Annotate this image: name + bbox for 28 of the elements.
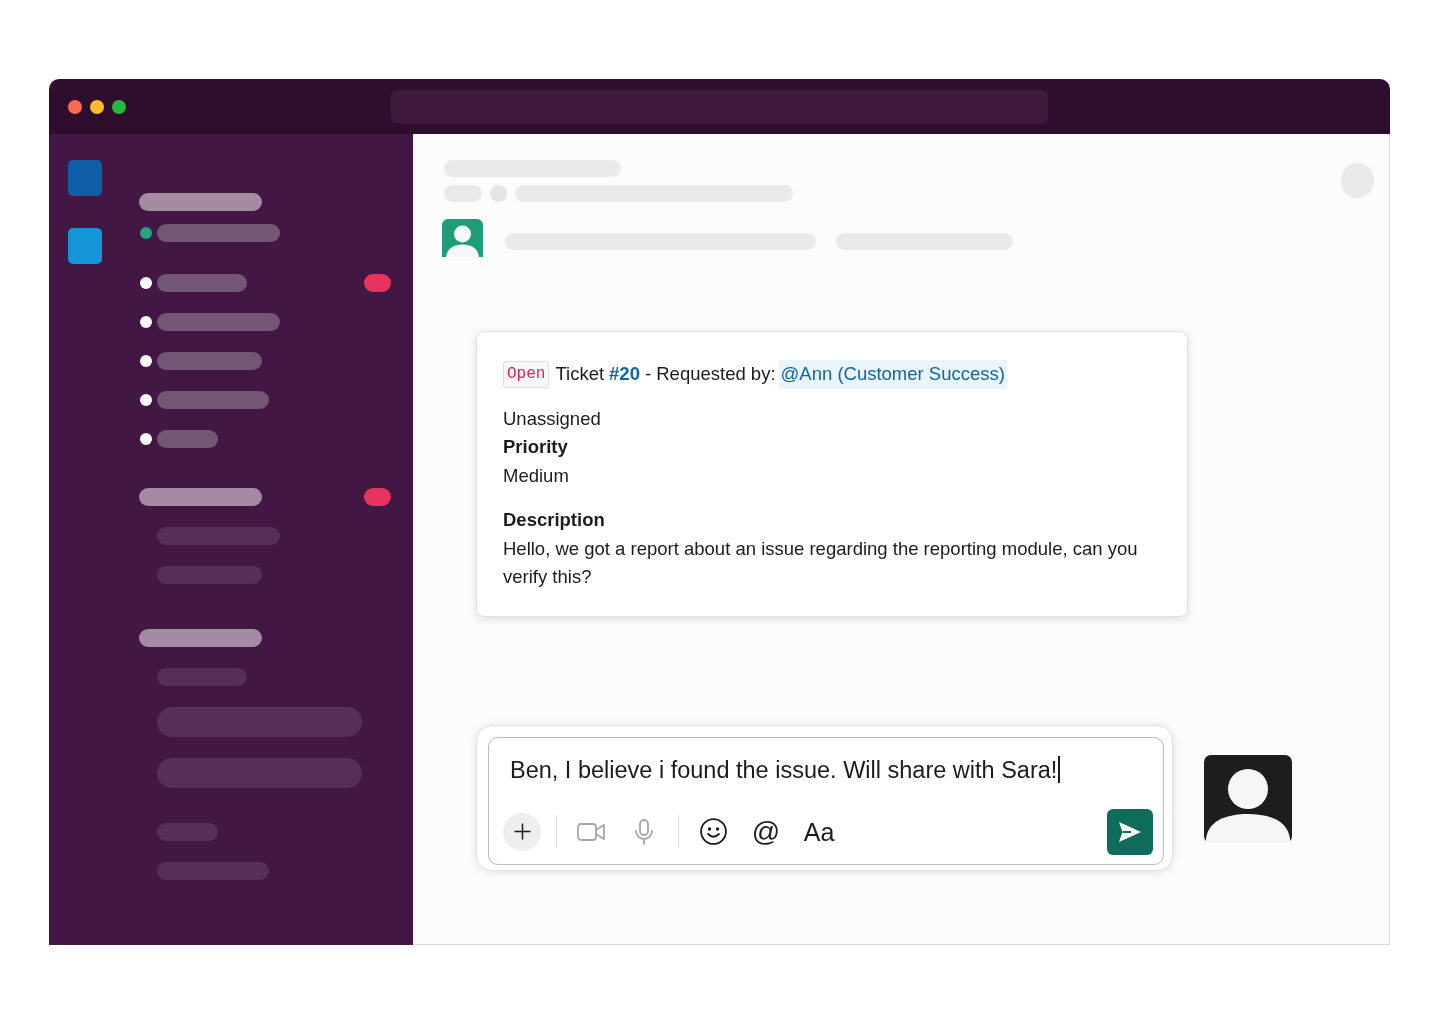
message-input[interactable]: Ben, I believe i found the issue. Will share with Sara!: [503, 755, 1153, 784]
send-arrow-icon: [1118, 820, 1142, 843]
status-tag: Open: [503, 360, 550, 388]
close-icon[interactable]: [68, 99, 82, 114]
requester-mention[interactable]: @Ann (Customer Success): [778, 360, 1007, 389]
workspace-icon[interactable]: [68, 228, 102, 264]
ticket-link[interactable]: #20: [609, 360, 640, 389]
description-label: Description: [503, 508, 605, 532]
requested-by-label: - Requested by:: [644, 362, 776, 386]
smiley-icon: [699, 818, 727, 845]
plus-icon: [513, 823, 531, 840]
microphone-icon: [635, 818, 653, 845]
send-button[interactable]: [1107, 808, 1153, 855]
placeholder-bar: [157, 430, 218, 448]
field-label: Priority: [503, 435, 568, 459]
video-camera-icon: [577, 821, 605, 842]
ticket-label: Ticket: [555, 362, 605, 386]
add-button[interactable]: [503, 812, 541, 851]
avatar-icon: [442, 219, 483, 257]
format-button[interactable]: Aa: [800, 812, 838, 851]
mention-button[interactable]: @: [747, 812, 785, 851]
maximize-icon[interactable]: [112, 99, 126, 114]
field-value: Unassigned: [503, 406, 601, 431]
description-text: Hello, we got a report about an issue regarding the reporting module, can you verify this?: [503, 536, 1139, 589]
minimize-icon[interactable]: [90, 99, 104, 114]
field-value: Medium: [503, 463, 569, 488]
placeholder-bar: [157, 823, 218, 841]
avatar-icon: [1204, 754, 1292, 843]
